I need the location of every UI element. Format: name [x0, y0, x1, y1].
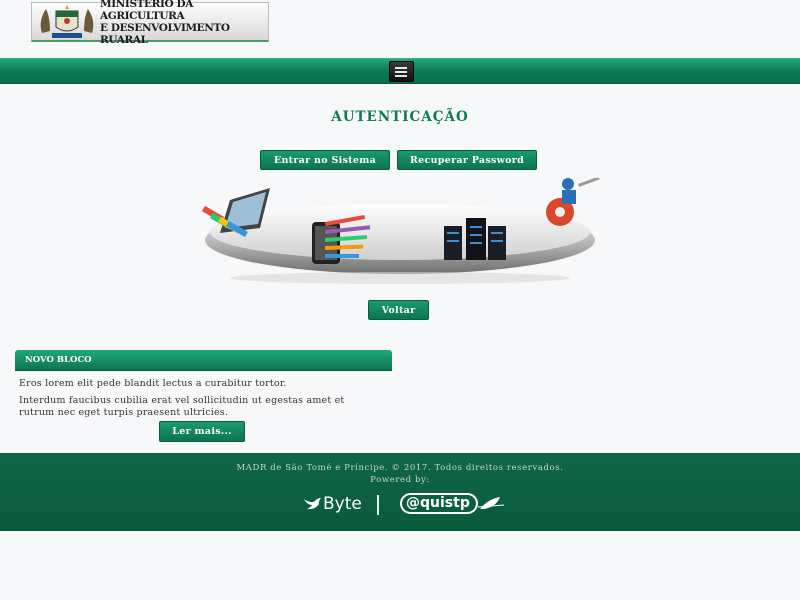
navbar: [0, 58, 800, 84]
partner-divider: [377, 495, 379, 515]
footer: MADR de São Tomé e Príncipe. © 2017. Tod…: [0, 453, 800, 531]
block-title: NOVO BLOCO: [15, 350, 392, 371]
recover-password-button[interactable]: Recuperar Password: [397, 150, 537, 170]
page-title: AUTENTICAÇÃO: [331, 109, 469, 125]
ministry-logo[interactable]: MINISTÉRIO DA AGRICULTURA E DESENVOLVIME…: [31, 0, 269, 46]
byte-logo[interactable]: Byte: [303, 494, 362, 514]
read-more-button[interactable]: Ler mais...: [159, 421, 245, 442]
powered-by-label: Powered by:: [370, 475, 430, 485]
leaf-icon: [477, 496, 504, 509]
login-button[interactable]: Entrar no Sistema: [260, 150, 390, 170]
aquistp-logo[interactable]: @quistp: [400, 493, 504, 514]
aquistp-label: @quistp: [400, 493, 478, 514]
logo-line-2: E DESENVOLVIMENTO RUARAL: [100, 21, 230, 46]
logo-line-1: MINISTÉRIO DA AGRICULTURA: [100, 0, 193, 22]
block-paragraph-2-line-1: Interdum faucibus cubilia erat vel solli…: [19, 395, 345, 406]
byte-label: Byte: [323, 494, 362, 514]
bird-icon: [304, 498, 321, 510]
block-paragraph-1: Eros lorem elit pede blandit lectus a cu…: [19, 378, 287, 389]
novo-bloco-panel: NOVO BLOCO Eros lorem elit pede blandit …: [15, 350, 392, 419]
technology-illustration: [200, 176, 605, 288]
block-paragraph-2-line-2: rutrum nec eget turpis praesent ultricie…: [19, 407, 229, 418]
hamburger-menu-button[interactable]: [389, 61, 414, 82]
back-button[interactable]: Voltar: [368, 300, 429, 320]
copyright-text: MADR de São Tomé e Príncipe. © 2017. Tod…: [236, 463, 564, 473]
mechanic-gear-icon: [546, 176, 600, 226]
coat-of-arms-icon: [36, 3, 98, 41]
